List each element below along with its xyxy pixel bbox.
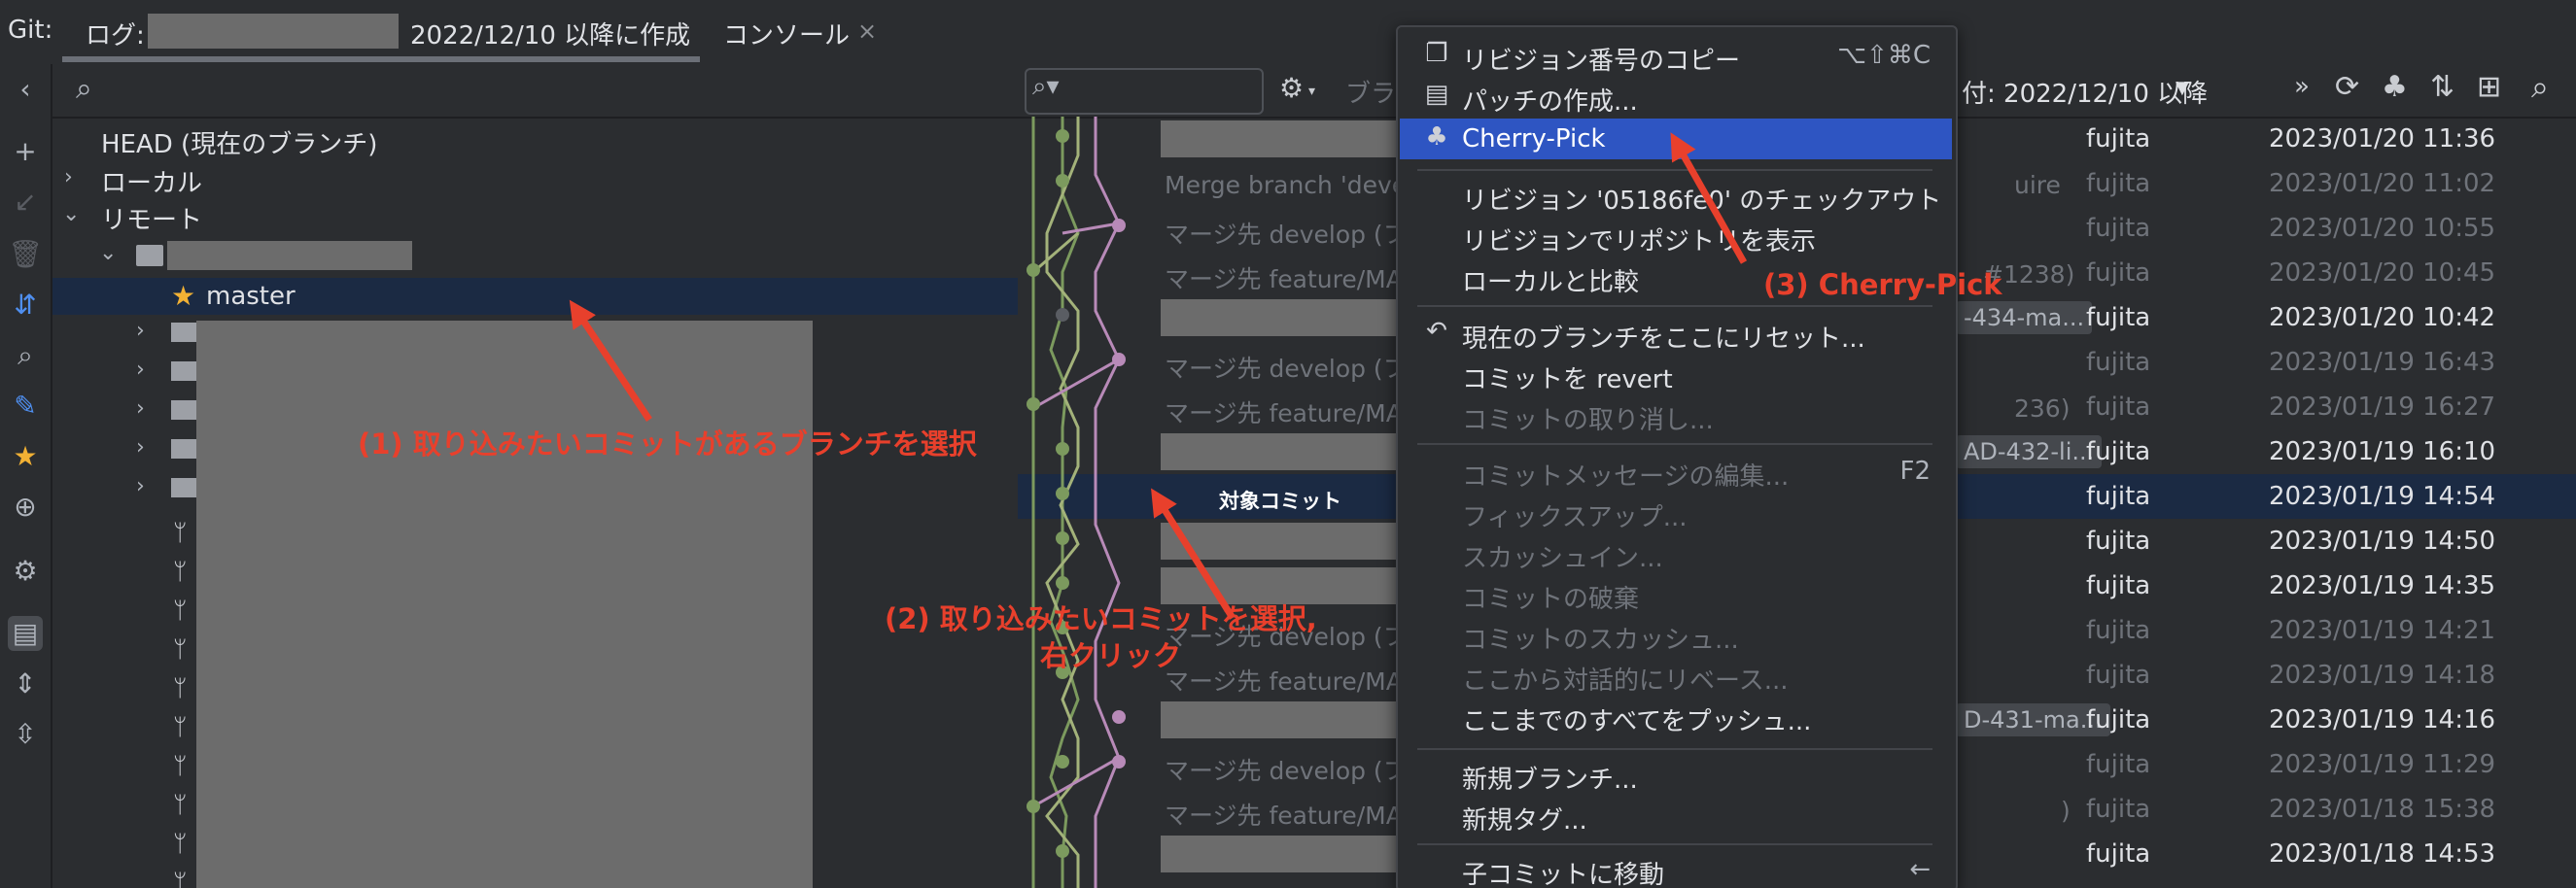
annotation-step2-line2: 右クリック: [1040, 639, 1182, 672]
git-tool-window: Git: ログ: 2022/12/10 以降に作成 コンソール × ‹ + ↙ …: [0, 0, 2576, 888]
annotation-step3: (3) Cherry-Pick: [1763, 268, 2002, 301]
annotation-step1: (1) 取り込みたいコミットがあるブランチを選択: [358, 427, 977, 461]
annotation-step2: (2) 取り込みたいコミットを選択,: [885, 602, 1317, 635]
